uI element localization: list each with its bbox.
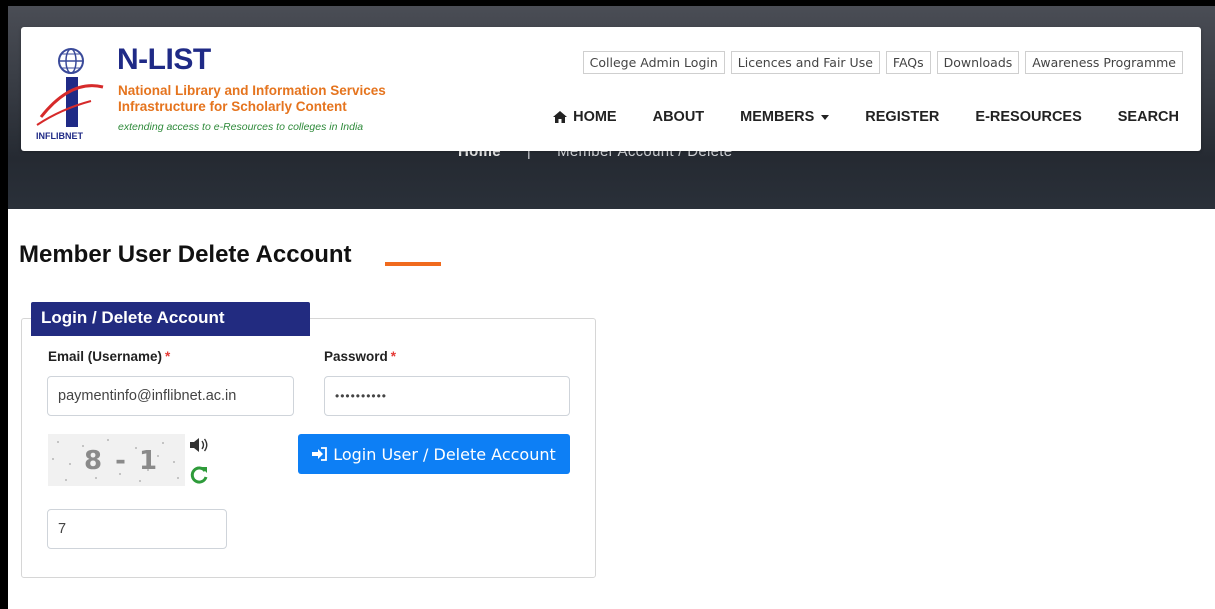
password-label-text: Password: [324, 349, 388, 364]
top-link-college-admin-login[interactable]: College Admin Login: [582, 51, 725, 74]
nav-members-label: MEMBERS: [740, 109, 815, 125]
required-mark: *: [165, 349, 171, 364]
captcha-text: 8 - 1: [84, 446, 160, 476]
top-link-licences[interactable]: Licences and Fair Use: [730, 51, 880, 74]
password-label: Password *: [324, 349, 396, 364]
email-field[interactable]: paymentinfo@inflibnet.ac.in: [47, 376, 294, 416]
top-link-downloads[interactable]: Downloads: [936, 51, 1020, 74]
refresh-icon[interactable]: [189, 465, 209, 485]
nav-search[interactable]: SEARCH: [1118, 109, 1179, 125]
logo-text: INFLIBNET: [36, 131, 83, 141]
speaker-icon[interactable]: [189, 437, 209, 453]
title-underline: [385, 262, 441, 266]
brand-tagline: extending access to e-Resources to colle…: [118, 121, 364, 133]
nav-members[interactable]: MEMBERS: [740, 109, 830, 125]
top-link-awareness[interactable]: Awareness Programme: [1025, 51, 1183, 74]
top-link-faqs[interactable]: FAQs: [885, 51, 931, 74]
login-delete-button[interactable]: Login User / Delete Account: [298, 434, 570, 474]
nav-eresources[interactable]: E-RESOURCES: [975, 109, 1081, 125]
top-links: College Admin Login Licences and Fair Us…: [582, 51, 1183, 74]
nav-home-label: HOME: [573, 109, 617, 125]
brand-subtitle-1: National Library and Information Service…: [118, 83, 386, 98]
login-delete-button-label: Login User / Delete Account: [333, 444, 556, 464]
main-nav: HOME ABOUT MEMBERS REGISTER E-RESOURCES …: [553, 109, 1179, 125]
sign-in-icon: [312, 447, 328, 461]
email-label: Email (Username) *: [48, 349, 170, 364]
site-header: INFLIBNET N-LIST National Library and In…: [21, 27, 1201, 151]
required-mark: *: [390, 349, 397, 364]
password-field[interactable]: ••••••••••: [324, 376, 570, 416]
nav-register[interactable]: REGISTER: [865, 109, 939, 125]
card-tab-title: Login / Delete Account: [31, 302, 310, 336]
page-frame: Home | Member Account / Delete INFLIBNET N…: [8, 6, 1215, 609]
home-icon: [553, 111, 568, 123]
nav-home[interactable]: HOME: [553, 109, 617, 125]
nav-about[interactable]: ABOUT: [653, 109, 705, 125]
brand-title[interactable]: N-LIST: [117, 43, 211, 77]
page-title: Member User Delete Account: [19, 241, 352, 268]
captcha-image: 8 - 1: [48, 434, 185, 486]
captcha-answer-field[interactable]: 7: [47, 509, 227, 549]
email-label-text: Email (Username): [48, 349, 163, 364]
brand-subtitle-2: Infrastructure for Scholarly Content: [118, 99, 347, 114]
caret-down-icon: [821, 114, 830, 120]
